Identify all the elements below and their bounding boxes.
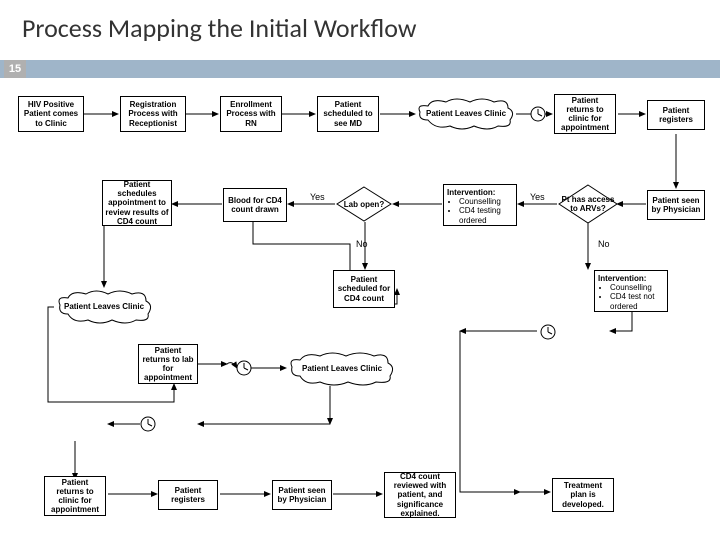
text: CD4 test not ordered [610,292,664,310]
node-seen-physician-1: Patient seen by Physician [647,190,705,220]
wait-icon [140,416,156,432]
text: Patient registers [650,106,702,124]
text: Treatment plan is developed. [555,481,611,509]
text: Registration Process with Receptionist [123,100,183,128]
text: Lab open? [344,200,384,209]
node-seen-physician-2: Patient seen by Physician [272,480,332,510]
node-enrollment: Enrollment Process with RN [220,96,282,132]
text: Patient Leaves Clinic [422,110,510,119]
node-cd4-reviewed: CD4 count reviewed with patient, and sig… [384,472,456,518]
node-lab-decision: Lab open? [336,186,392,222]
text: Pt has access to ARVs? [558,195,618,213]
label-no-2: No [598,239,610,249]
wait-icon [540,324,556,340]
node-intervention-1: Intervention:CounsellingCD4 testing orde… [443,184,517,226]
node-return-appointment-1: Patient returns to clinic for appointmen… [554,94,616,134]
text: Patient returns to clinic for appointmen… [47,478,103,515]
label-no-1: No [356,239,368,249]
text: Patient schedules appointment to review … [105,180,169,226]
text: Intervention: [447,188,495,197]
node-blood-cd4: Blood for CD4 count drawn [223,188,287,222]
node-leaves-clinic-1: Patient Leaves Clinic [416,98,516,130]
node-intervention-2: Intervention:CounsellingCD4 test not ord… [594,270,668,312]
text: CD4 testing ordered [459,206,513,224]
text: Intervention: [598,274,646,283]
text: Counselling [459,197,513,206]
text: Patient scheduled for CD4 count [336,275,392,303]
node-registers-1: Patient registers [647,100,705,130]
node-registers-2: Patient registers [158,480,218,510]
text: Patient Leaves Clinic [298,365,386,374]
text: CD4 count reviewed with patient, and sig… [387,472,453,518]
node-leaves-clinic-3: Patient Leaves Clinic [288,352,396,386]
node-schedule-review: Patient schedules appointment to review … [102,180,172,226]
text: Blood for CD4 count drawn [226,196,284,214]
node-return-lab: Patient returns to lab for appointment [138,344,198,384]
node-leaves-clinic-2: Patient Leaves Clinic [56,290,152,324]
node-registration: Registration Process with Receptionist [120,96,186,132]
text: Patient returns to clinic for appointmen… [557,96,613,133]
text: Patient seen by Physician [275,486,329,504]
text: Counselling [610,283,664,292]
wait-icon [530,106,546,122]
text: Patient registers [161,486,215,504]
node-arv-decision: Pt has access to ARVs? [558,184,618,224]
text: Patient Leaves Clinic [60,303,148,312]
text: HIV Positive Patient comes to Clinic [21,100,81,128]
text: Patient scheduled to see MD [320,100,376,128]
wait-icon [236,360,252,376]
text: Patient seen by Physician [650,196,702,214]
label-yes-2: Yes [310,192,325,202]
text: Enrollment Process with RN [223,100,279,128]
node-treatment-plan: Treatment plan is developed. [552,478,614,512]
page-number: 15 [4,60,26,78]
accent-bar [0,60,720,78]
node-scheduled-cd4: Patient scheduled for CD4 count [333,270,395,308]
text: Patient returns to lab for appointment [141,346,195,383]
node-hiv-positive: HIV Positive Patient comes to Clinic [18,96,84,132]
slide-title: Process Mapping the Initial Workflow [0,0,720,44]
node-scheduled-md: Patient scheduled to see MD [317,96,379,132]
node-return-appointment-2: Patient returns to clinic for appointmen… [44,476,106,516]
diagram-canvas: HIV Positive Patient comes to Clinic Reg… [0,84,720,540]
label-yes-1: Yes [530,192,545,202]
